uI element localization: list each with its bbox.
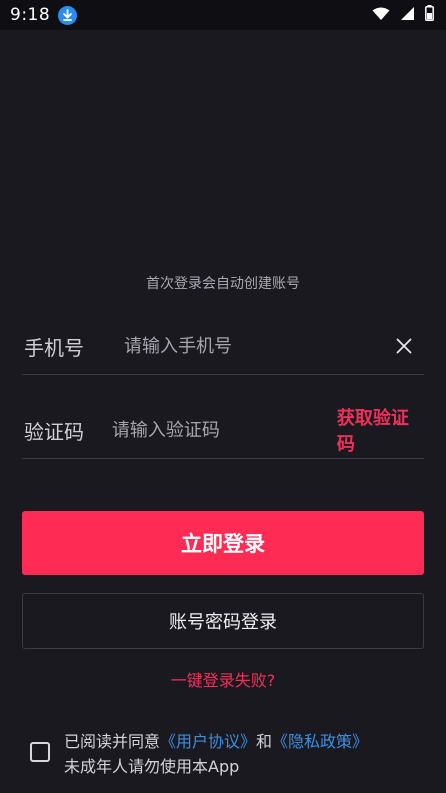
code-input[interactable] <box>111 419 337 441</box>
phone-label: 手机号 <box>24 335 84 360</box>
privacy-policy-link[interactable]: 《隐私政策》 <box>272 732 368 751</box>
agreement-prefix: 已阅读并同意 <box>64 732 161 751</box>
agreement-block: 已阅读并同意《用户协议》和《隐私政策》 未成年人请勿使用本App <box>30 729 430 779</box>
agreement-line-1: 已阅读并同意《用户协议》和《隐私政策》 <box>64 729 368 754</box>
one-click-login-failed-link[interactable]: 一键登录失败? <box>0 667 446 691</box>
phone-input[interactable] <box>124 335 388 357</box>
status-left: 9:18 <box>10 5 78 25</box>
agreement-checkbox[interactable] <box>30 742 50 762</box>
status-bar: 9:18 <box>0 0 446 30</box>
password-login-button[interactable]: 账号密码登录 <box>22 593 424 649</box>
login-button[interactable]: 立即登录 <box>22 511 424 575</box>
login-screen: 9:18 首次登录会自动创建账号 手机号 请输入手机号 验证码 请输入验证码 获… <box>0 0 446 793</box>
agreement-text: 已阅读并同意《用户协议》和《隐私政策》 未成年人请勿使用本App <box>64 729 368 779</box>
battery-icon <box>425 5 434 25</box>
code-row: 验证码 获取验证码 <box>22 402 424 459</box>
user-agreement-link[interactable]: 《用户协议》 <box>160 732 256 751</box>
clear-phone-button[interactable] <box>388 330 420 362</box>
agreement-conjunction: 和 <box>256 732 273 751</box>
signal-icon <box>400 6 415 25</box>
phone-row: 手机号 <box>22 318 424 375</box>
close-icon <box>396 338 412 354</box>
auto-create-hint: 首次登录会自动创建账号 <box>146 276 300 292</box>
get-code-button[interactable]: 获取验证码 <box>337 404 416 456</box>
code-label: 验证码 <box>24 419 84 444</box>
minor-notice: 未成年人请勿使用本App <box>64 757 240 776</box>
status-right <box>372 5 434 25</box>
download-icon <box>58 5 78 25</box>
status-time: 9:18 <box>10 5 51 25</box>
wifi-icon <box>372 6 390 25</box>
